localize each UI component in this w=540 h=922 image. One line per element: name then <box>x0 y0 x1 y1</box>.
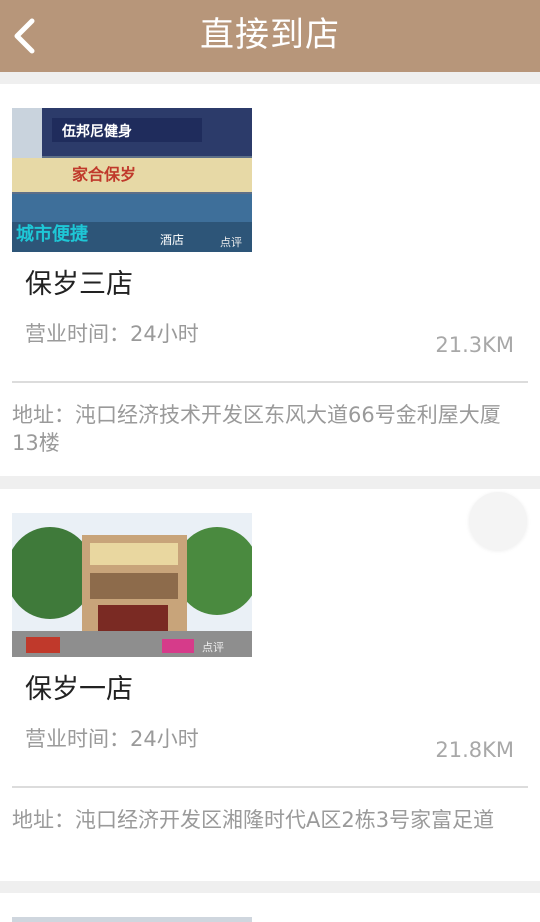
store-card[interactable] <box>0 893 540 922</box>
store-name: 保岁三店 <box>25 269 133 300</box>
store-address: 地址：沌口经济开发区湘隆时代A区2栋3号家富足道 <box>12 808 495 832</box>
store-card[interactable]: 伍邦尼健身 家合保岁 城市便捷 酒店 点评 保岁三店 营业时间：24小时 21.… <box>0 84 540 476</box>
store-name: 保岁一店 <box>25 674 133 705</box>
photo-sign-text: 酒店 <box>160 233 184 247</box>
header-bar: 直接到店 <box>0 0 540 72</box>
store-hours: 营业时间：24小时 <box>25 727 199 751</box>
store-distance: 21.8KM <box>435 738 514 762</box>
photo-sign-text: 城市便捷 <box>16 223 89 245</box>
store-photo <box>12 917 252 922</box>
watermark-text: 点评 <box>220 236 242 249</box>
svg-text:伍邦尼健身: 伍邦尼健身 <box>61 123 132 140</box>
store-distance: 21.3KM <box>435 333 514 357</box>
store-card[interactable]: 点评 保岁一店 营业时间：24小时 21.8KM 地址：沌口经济开发区湘隆时代A… <box>0 489 540 881</box>
store-hours: 营业时间：24小时 <box>25 322 199 346</box>
store-photo: 点评 <box>12 513 252 657</box>
photo-sign-text: 家合保岁 <box>72 165 136 184</box>
card-divider <box>12 381 528 383</box>
watermark-text: 点评 <box>202 641 224 654</box>
store-photo: 伍邦尼健身 家合保岁 城市便捷 酒店 点评 <box>12 108 252 252</box>
store-address: 地址：沌口经济技术开发区东风大道66号金利屋大厦13楼 <box>12 403 501 455</box>
page-title: 直接到店 <box>200 15 340 55</box>
floating-action-button[interactable] <box>469 492 527 550</box>
card-divider <box>12 786 528 788</box>
